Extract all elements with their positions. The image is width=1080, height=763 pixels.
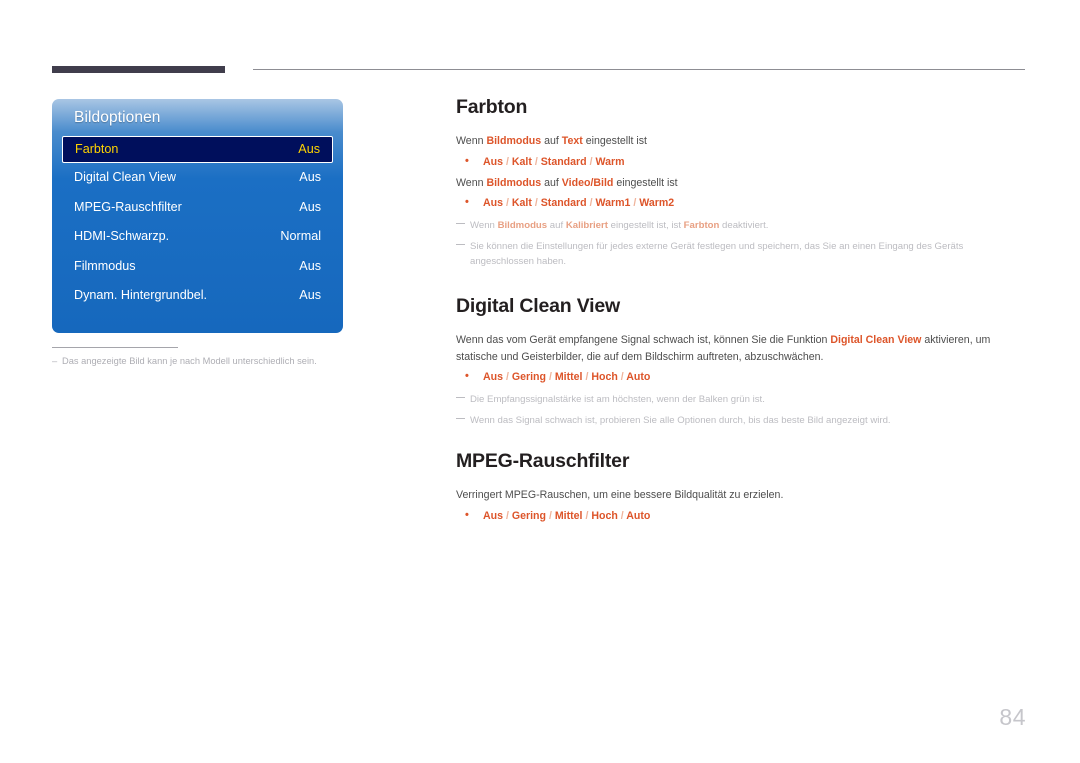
- osd-row-label: Farbton: [75, 142, 119, 156]
- option-standard: Standard: [540, 197, 587, 209]
- osd-row-value: Aus: [298, 142, 320, 156]
- osd-row-value: Aus: [299, 199, 321, 214]
- osd-row-label: Dynam. Hintergrundbel.: [74, 288, 207, 302]
- osd-row-hdmi-schwarzp[interactable]: HDMI-Schwarzp. Normal: [62, 222, 333, 252]
- article-content: Farbton Wenn Bildmodus auf Text eingeste…: [456, 96, 1026, 525]
- farbton-note-2: Sie können die Einstellungen für jedes e…: [456, 239, 1026, 269]
- page-header-rules: [0, 0, 1080, 80]
- option-separator: /: [546, 509, 555, 522]
- option-separator: /: [503, 509, 512, 522]
- option-separator: /: [503, 197, 512, 209]
- osd-row-digital-clean-view[interactable]: Digital Clean View Aus: [62, 163, 333, 193]
- mpeg-description: Verringert MPEG-Rauschen, um eine besser…: [456, 489, 784, 501]
- osd-row-mpeg-rauschfilter[interactable]: MPEG-Rauschfilter Aus: [62, 193, 333, 223]
- option-separator: /: [503, 371, 512, 383]
- option-list-item: Aus / Gering / Mittel / Hoch / Auto: [456, 507, 1026, 525]
- section-digital-clean-view: Digital Clean View Wenn das vom Gerät em…: [456, 295, 1026, 428]
- farbton-condition-text: Wenn Bildmodus auf Text eingestellt ist: [456, 133, 1026, 150]
- option-separator: /: [503, 155, 512, 168]
- option-gering: Gering: [511, 509, 546, 522]
- keyword-video-bild: Video/Bild: [561, 176, 614, 189]
- left-footnote: – Das angezeigte Bild kann je nach Modell…: [52, 354, 352, 368]
- osd-menu-list: Farbton Aus Digital Clean View Aus MPEG-…: [52, 136, 343, 311]
- option-warm1: Warm1: [595, 197, 631, 209]
- option-aus: Aus: [483, 155, 504, 168]
- header-rule-thick: [52, 66, 225, 73]
- osd-row-label: MPEG-Rauschfilter: [74, 199, 182, 214]
- option-aus: Aus: [483, 509, 504, 522]
- farbton-options-video-mode: Aus / Kalt / Standard / Warm1 / Warm2: [456, 194, 1026, 212]
- option-auto: Auto: [626, 371, 651, 383]
- osd-row-label: HDMI-Schwarzp.: [74, 229, 170, 243]
- section-title-digital-clean-view: Digital Clean View: [456, 295, 621, 317]
- option-aus: Aus: [483, 197, 504, 209]
- left-footnote-rule: [52, 347, 178, 348]
- header-rule-thin: [253, 69, 1025, 70]
- osd-row-label: Digital Clean View: [74, 170, 176, 184]
- text-frag: deaktiviert.: [719, 220, 769, 231]
- section-mpeg-rauschfilter: MPEG-Rauschfilter Verringert MPEG-Rausch…: [456, 450, 1026, 525]
- osd-row-filmmodus[interactable]: Filmmodus Aus: [62, 252, 333, 282]
- keyword-digital-clean-view: Digital Clean View: [830, 334, 922, 346]
- section-title-farbton: Farbton: [456, 96, 528, 118]
- osd-menu-panel: Bildoptionen Farbton Aus Digital Clean V…: [52, 99, 343, 333]
- section-farbton: Farbton Wenn Bildmodus auf Text eingeste…: [456, 96, 1026, 269]
- page-number: 84: [999, 704, 1026, 730]
- option-gering: Gering: [511, 371, 546, 383]
- option-standard: Standard: [540, 155, 587, 168]
- keyword-bildmodus: Bildmodus: [497, 220, 548, 231]
- text-frag: Wenn: [456, 176, 487, 189]
- farbton-options-text-mode: Aus / Kalt / Standard / Warm: [456, 153, 1026, 171]
- osd-row-value: Normal: [280, 229, 321, 243]
- option-kalt: Kalt: [511, 155, 532, 168]
- option-list-item: Aus / Gering / Mittel / Hoch / Auto: [456, 368, 1026, 386]
- osd-row-value: Aus: [299, 170, 321, 184]
- option-mittel: Mittel: [554, 509, 583, 522]
- keyword-kalibriert: Kalibriert: [565, 220, 608, 231]
- text-frag: Wenn: [470, 220, 498, 231]
- dcv-note-2: Wenn das Signal schwach ist, probieren S…: [456, 413, 1026, 428]
- text-frag: Wenn das vom Gerät empfangene Signal sch…: [456, 334, 831, 346]
- option-separator: /: [531, 197, 541, 209]
- osd-row-value: Aus: [299, 288, 321, 302]
- keyword-farbton: Farbton: [683, 220, 720, 231]
- text-frag: auf: [541, 176, 562, 189]
- dcv-note-1: Die Empfangssignalstärke ist am höchsten…: [456, 392, 1026, 407]
- option-list-item: Aus / Kalt / Standard / Warm1 / Warm2: [456, 194, 1026, 212]
- text-frag: Wenn: [456, 135, 487, 147]
- text-frag: eingestellt ist: [613, 176, 678, 189]
- option-separator: /: [546, 371, 555, 383]
- option-mittel: Mittel: [554, 371, 583, 383]
- option-warm2: Warm2: [639, 197, 675, 209]
- dcv-options: Aus / Gering / Mittel / Hoch / Auto: [456, 368, 1026, 386]
- left-footnote-text: Das angezeigte Bild kann je nach Modell …: [62, 356, 317, 366]
- option-aus: Aus: [483, 371, 504, 383]
- osd-row-label: Filmmodus: [74, 258, 136, 273]
- osd-row-value: Aus: [299, 258, 321, 273]
- farbton-note-1: Wenn Bildmodus auf Kalibriert eingestell…: [456, 218, 1026, 233]
- osd-row-dynam-hintergrundbel[interactable]: Dynam. Hintergrundbel. Aus: [62, 281, 333, 311]
- option-auto: Auto: [626, 509, 651, 522]
- option-kalt: Kalt: [511, 197, 532, 209]
- mpeg-options: Aus / Gering / Mittel / Hoch / Auto: [456, 507, 1026, 525]
- section-title-mpeg-rauschfilter: MPEG-Rauschfilter: [456, 450, 630, 472]
- farbton-condition-text-2: Wenn Bildmodus auf Video/Bild eingestell…: [456, 175, 1026, 192]
- text-frag: auf: [547, 220, 566, 231]
- option-hoch: Hoch: [591, 509, 618, 522]
- keyword-text: Text: [561, 135, 583, 147]
- text-frag: eingestellt ist, ist: [607, 220, 684, 231]
- option-list-item: Aus / Kalt / Standard / Warm: [456, 153, 1026, 171]
- left-footnote-dash: –: [52, 356, 58, 366]
- dcv-description: Wenn das vom Gerät empfangene Signal sch…: [456, 332, 1026, 365]
- text-frag: auf: [541, 135, 562, 147]
- option-separator: /: [531, 155, 541, 168]
- text-frag: eingestellt ist: [582, 135, 647, 147]
- option-warm: Warm: [595, 155, 625, 168]
- osd-panel-title: Bildoptionen: [74, 109, 161, 126]
- option-separator: /: [630, 197, 640, 209]
- keyword-bildmodus: Bildmodus: [486, 135, 542, 147]
- option-hoch: Hoch: [591, 371, 618, 383]
- osd-row-farbton[interactable]: Farbton Aus: [62, 136, 333, 163]
- keyword-bildmodus: Bildmodus: [486, 176, 542, 189]
